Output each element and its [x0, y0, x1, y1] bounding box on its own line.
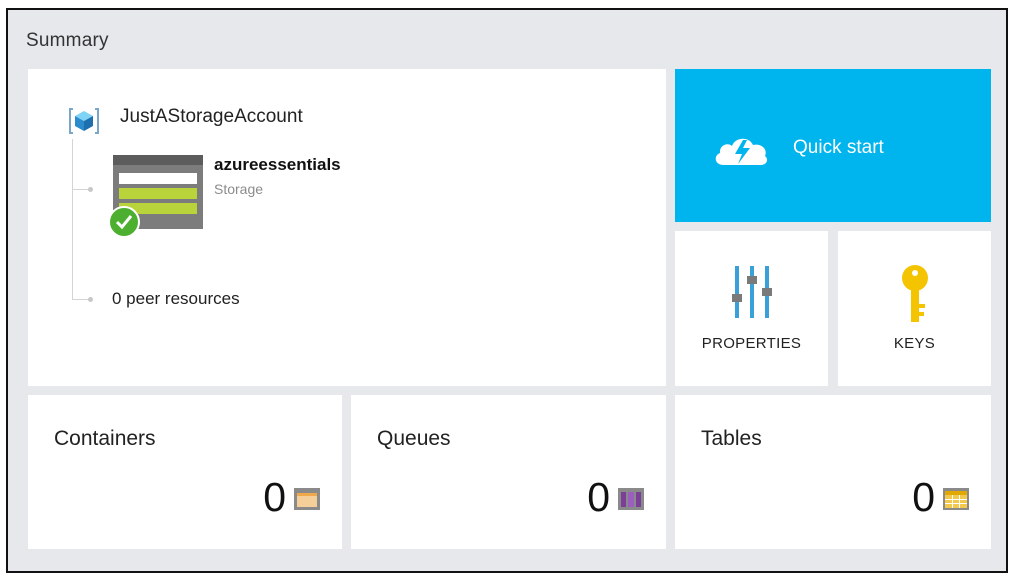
containers-tile[interactable]: Containers 0: [28, 395, 342, 549]
queues-tile[interactable]: Queues 0: [351, 395, 666, 549]
key-icon: [901, 265, 928, 322]
tree-branch: [72, 189, 88, 190]
queue-icon: [618, 488, 644, 510]
summary-panel: Summary JustAStorageAccount azureessenti…: [6, 8, 1008, 573]
resource-type: Storage: [214, 181, 264, 197]
properties-tile[interactable]: PROPERTIES: [675, 231, 828, 386]
queues-title: Queues: [377, 427, 451, 450]
containers-title: Containers: [54, 427, 156, 450]
summary-title: Summary: [26, 30, 109, 51]
storage-account-icon: [108, 155, 203, 238]
properties-label: PROPERTIES: [701, 335, 802, 352]
tables-count: 0: [912, 474, 935, 520]
resource-group-icon: [69, 108, 99, 134]
container-icon: [294, 488, 320, 510]
tree-branch: [72, 299, 88, 300]
tree-dot: [88, 297, 93, 302]
queues-count: 0: [587, 474, 610, 520]
resource-group-tile[interactable]: JustAStorageAccount azureessentials Stor…: [28, 69, 666, 386]
resource-name[interactable]: azureessentials: [214, 155, 341, 175]
resource-group-name[interactable]: JustAStorageAccount: [120, 106, 303, 128]
sliders-icon: [731, 266, 772, 318]
tree-line: [72, 139, 73, 299]
tree-dot: [88, 187, 93, 192]
tables-title: Tables: [701, 427, 762, 450]
quick-start-label: Quick start: [793, 137, 884, 158]
quick-start-tile[interactable]: Quick start: [675, 69, 991, 222]
peer-resources-label[interactable]: 0 peer resources: [112, 289, 240, 309]
table-icon: [943, 488, 969, 510]
tables-tile[interactable]: Tables 0: [675, 395, 991, 549]
keys-tile[interactable]: KEYS: [838, 231, 991, 386]
cloud-lightning-icon: [715, 138, 768, 165]
keys-label: KEYS: [893, 335, 936, 352]
containers-count: 0: [263, 474, 286, 520]
